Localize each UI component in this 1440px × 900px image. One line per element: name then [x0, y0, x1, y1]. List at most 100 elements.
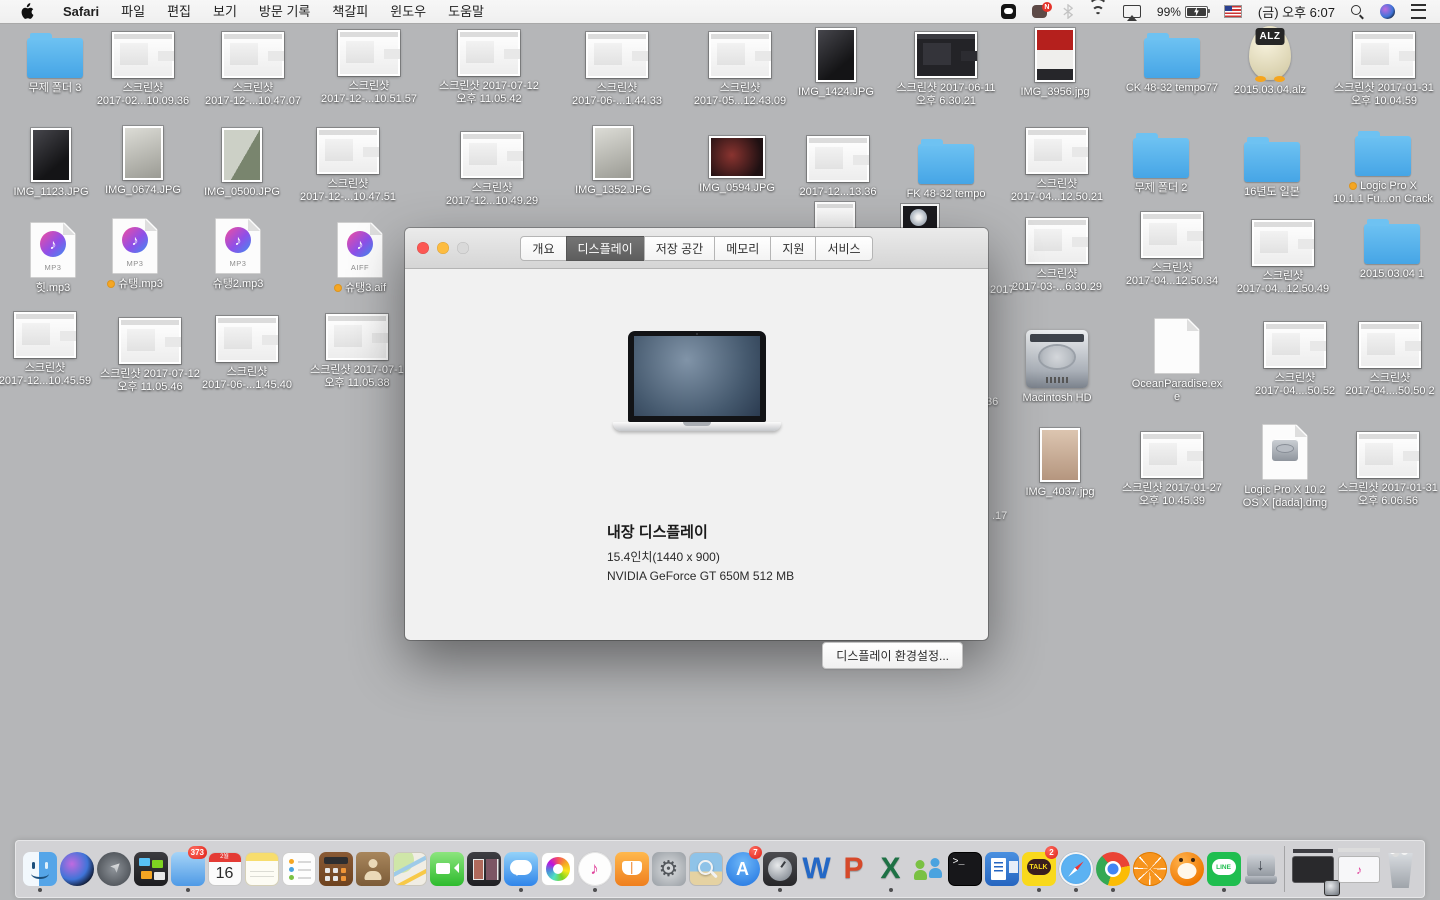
desktop-icon-스크린샷[interactable]: 스크린샷2017-12-...10.47.07 [191, 32, 315, 108]
tab-3[interactable]: 저장 공간 [644, 236, 716, 261]
dock-item-mission[interactable] [132, 846, 169, 892]
window-titlebar[interactable]: 개요디스플레이저장 공간메모리지원서비스 [405, 228, 988, 269]
tab-6[interactable]: 서비스 [815, 236, 872, 261]
battery-menubar-item[interactable]: 99% [1157, 5, 1208, 19]
dock-item-installer[interactable]: ↓ [1242, 846, 1279, 892]
line-menubar-icon[interactable] [1001, 4, 1016, 19]
dock-item-calculator[interactable] [317, 846, 354, 892]
tab-4[interactable]: 메모리 [714, 236, 771, 261]
dock-item-contacts[interactable] [354, 846, 391, 892]
desktop-icon-스크린샷 2017-06-11[interactable]: 스크린샷 2017-06-11오후 6.30.21 [884, 32, 1008, 108]
desktop-icon-16년도 일본[interactable]: 16년도 일본 [1210, 134, 1334, 199]
desktop-icon-스크린샷[interactable]: 스크린샷2017-04...12.50.34 [1110, 212, 1234, 288]
close-button[interactable] [417, 242, 429, 254]
desktop-icon-Logic Pro X[interactable]: Logic Pro X10.1.1 Fu...on Crack [1321, 128, 1440, 206]
dock-item-mail[interactable]: 373 [169, 846, 206, 892]
clock-menubar-item[interactable]: (금) 오후 6:07 [1258, 2, 1335, 21]
dock-item-finder[interactable] [21, 846, 58, 892]
tab-2[interactable]: 디스플레이 [566, 236, 645, 261]
dock-item-appstore[interactable]: A7 [724, 846, 761, 892]
desktop-icon-2015.03.04 1[interactable]: 2015.03.04 1 [1330, 216, 1440, 281]
dock-item-facetime[interactable] [428, 846, 465, 892]
dock-item-orange[interactable] [1131, 846, 1168, 892]
desktop-icon-스크린샷 2017-07-1[interactable]: 스크린샷 2017-07-1오후 11.05.38 [295, 314, 419, 390]
menu-item-7[interactable]: 도움말 [437, 0, 495, 23]
desktop-icon-슈탱2.mp3[interactable]: ♪MP3슈탱2.mp3 [176, 218, 300, 291]
tab-1[interactable]: 개요 [520, 236, 566, 261]
desktop-icon-IMG_1424.JPG[interactable]: IMG_1424.JPG [774, 28, 898, 99]
dock-item-launchpad[interactable] [95, 846, 132, 892]
dock-item-messenger[interactable] [909, 846, 946, 892]
bluetooth-menubar-icon[interactable] [1063, 4, 1073, 19]
desktop-icon-슈탱3.aif[interactable]: ♪AIFF슈탱3.aif [298, 222, 422, 295]
dock-item-ibooks[interactable] [613, 846, 650, 892]
dock-item-itunes[interactable]: ♪ [576, 846, 613, 892]
desktop-icon-스크린샷[interactable]: 스크린샷2017-12-...10.51.57 [307, 30, 431, 106]
desktop-icon-스크린샷[interactable]: 스크린샷2017-04....50.50 2 [1328, 322, 1440, 398]
desktop-icon-스크린샷[interactable]: 스크린샷2017-02...10.09.36 [81, 32, 205, 108]
menu-item-3[interactable]: 보기 [202, 0, 248, 23]
dock-item-trash[interactable] [1382, 846, 1419, 892]
dock-item-winitunes[interactable]: ♪ [1336, 846, 1382, 892]
dock-item-preview[interactable] [687, 846, 724, 892]
wifi-menubar-icon[interactable] [1089, 5, 1107, 18]
dock-item-maps[interactable] [391, 846, 428, 892]
airplay-menubar-icon[interactable] [1123, 5, 1141, 18]
desktop-icon-Macintosh HD[interactable]: Macintosh HD [995, 330, 1119, 405]
desktop-icon-2015.03.04.alz[interactable]: ALZ2015.03.04.alz [1208, 26, 1332, 97]
desktop-icon-스크린샷 2017-07-12[interactable]: 스크린샷 2017-07-12오후 11.05.42 [427, 30, 551, 106]
tab-5[interactable]: 지원 [770, 236, 816, 261]
chat-notification-menubar-icon[interactable]: N [1032, 5, 1047, 18]
desktop-icon-shot[interactable]: 2017-12...13.36 [776, 136, 900, 199]
dock-item-sysprefs[interactable]: ⚙ [650, 846, 687, 892]
desktop-icon-스크린샷 2017-01-27[interactable]: 스크린샷 2017-01-27오후 10.45.39 [1110, 432, 1234, 508]
dock-item-kakao[interactable]: TALK2 [1020, 846, 1057, 892]
desktop-icon-스크린샷[interactable]: 스크린샷2017-04...12.50.49 [1221, 220, 1345, 296]
desktop-icon-IMG_3956.jpg[interactable]: IMG_3956.jpg [993, 28, 1117, 99]
app-menu-title[interactable]: Safari [52, 0, 110, 23]
menu-item-4[interactable]: 방문 기록 [248, 0, 321, 23]
dock-item-safari[interactable] [1057, 846, 1094, 892]
siri-menubar-icon[interactable] [1380, 4, 1395, 19]
dock-item-chrome[interactable] [1094, 846, 1131, 892]
dock-item-photobooth[interactable] [465, 846, 502, 892]
icon-label-line1: 스크린샷 [1328, 372, 1440, 385]
dock-item-photos[interactable] [539, 846, 576, 892]
dock-item-hangul[interactable] [983, 846, 1020, 892]
desktop-icon-FK 48-32 tempo[interactable]: FK 48-32 tempo [884, 136, 1008, 201]
desktop-icon-무제 폴더 2[interactable]: 무제 폴더 2 [1099, 130, 1223, 195]
dock-item-reminders[interactable] [280, 846, 317, 892]
dock-item-terminal[interactable]: >_ [946, 846, 983, 892]
menu-item-1[interactable]: 파일 [110, 0, 156, 23]
desktop-icon-스크린샷[interactable]: 스크린샷2017-12-...10.47.51 [286, 128, 410, 204]
desktop-icon-스크린샷[interactable]: 스크린샷2017-06-...1.44.33 [555, 32, 679, 108]
desktop-icon-스크린샷[interactable]: 스크린샷2017-12...10.49.29 [430, 132, 554, 208]
input-language-menubar-icon[interactable] [1224, 5, 1242, 18]
apple-menu[interactable] [0, 3, 52, 20]
minimize-button[interactable] [437, 242, 449, 254]
desktop-icon-스크린샷[interactable]: 스크린샷2017-03-...6.30.29 [995, 218, 1119, 294]
dock-item-winlogic[interactable] [1290, 846, 1336, 892]
desktop-icon-IMG_1352.JPG[interactable]: IMG_1352.JPG [551, 126, 675, 197]
desktop-icon-스크린샷 2017-01-31[interactable]: 스크린샷 2017-01-31오후 6.06.56 [1326, 432, 1440, 508]
dock-item-siri[interactable] [58, 846, 95, 892]
dock-item-powerpoint[interactable]: P [835, 846, 872, 892]
spotlight-menubar-icon[interactable] [1351, 5, 1364, 18]
display-preferences-button[interactable]: 디스플레이 환경설정... [822, 642, 963, 669]
desktop-icon-스크린샷 2017-01-31[interactable]: 스크린샷 2017-01-31오후 10.04.59 [1322, 32, 1440, 108]
dock-item-line[interactable]: LINE [1205, 846, 1242, 892]
dock-item-calendar[interactable]: 2월16 [206, 846, 243, 892]
dock-item-word[interactable]: W [798, 846, 835, 892]
dock-item-logic[interactable] [761, 846, 798, 892]
notification-center-menubar-icon[interactable] [1411, 4, 1426, 19]
dock-item-notes[interactable] [243, 846, 280, 892]
desktop-icon-스크린샷[interactable]: 스크린샷2017-06-...1.45.40 [185, 316, 309, 392]
dock-item-messages[interactable] [502, 846, 539, 892]
menu-item-5[interactable]: 책갈피 [321, 0, 379, 23]
desktop-icon-OceanParadise.ex[interactable]: OceanParadise.exe [1115, 318, 1239, 404]
menu-item-6[interactable]: 윈도우 [379, 0, 437, 23]
dock-item-gom[interactable] [1168, 846, 1205, 892]
dock-item-excel[interactable]: X [872, 846, 909, 892]
menu-item-2[interactable]: 편집 [156, 0, 202, 23]
desktop-icon-IMG_4037.jpg[interactable]: IMG_4037.jpg [998, 428, 1122, 499]
